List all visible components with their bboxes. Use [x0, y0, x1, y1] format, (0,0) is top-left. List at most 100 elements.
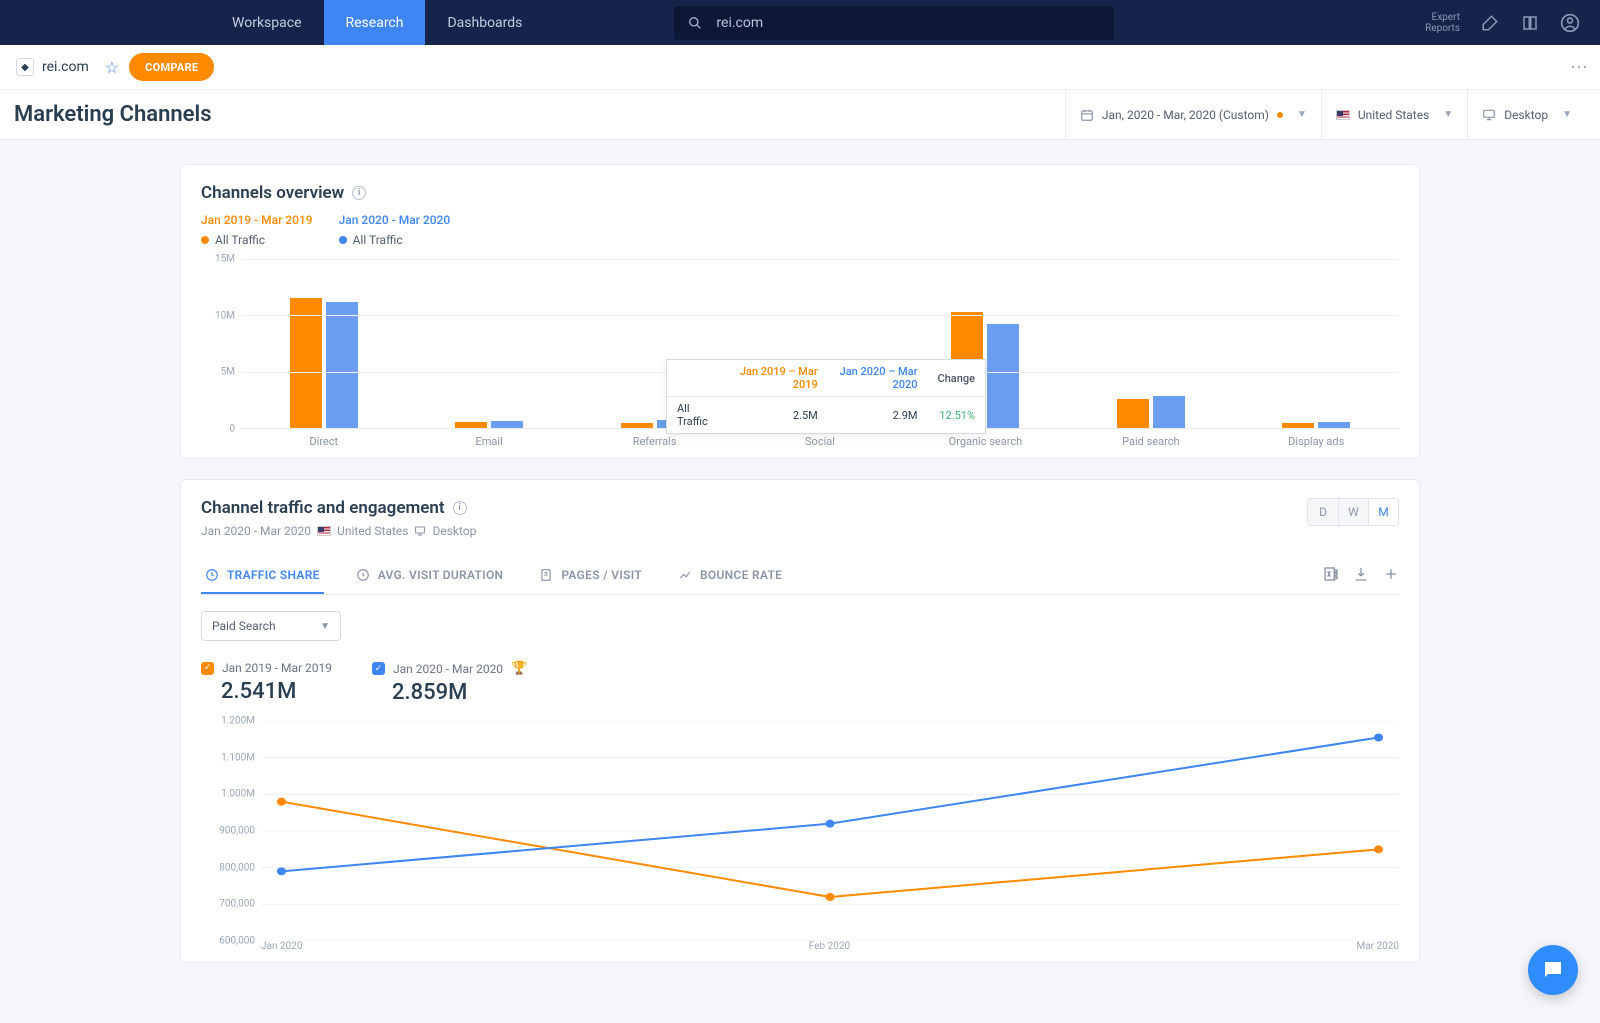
y-axis-label: 5M — [221, 367, 235, 378]
more-menu-icon[interactable]: ⋯ — [1570, 57, 1590, 78]
legend-period-b: Jan 2020 - Mar 2020 All Traffic — [339, 213, 451, 247]
y-axis-label: 1.000M — [221, 789, 255, 800]
add-icon[interactable] — [1383, 566, 1399, 586]
x-axis-label: Feb 2020 — [302, 941, 1356, 952]
bar[interactable] — [1318, 422, 1350, 428]
domain-chip[interactable]: ◆ rei.com — [10, 58, 95, 76]
channels-overview-title: Channels overview — [201, 183, 344, 203]
checkbox-orange-icon: ✓ — [201, 662, 214, 675]
compare-button[interactable]: COMPARE — [129, 53, 214, 81]
line-series[interactable] — [281, 802, 1378, 897]
favorite-star-icon[interactable]: ☆ — [105, 58, 119, 77]
expert-reports-link[interactable]: Expert Reports — [1425, 12, 1460, 34]
bar-group[interactable] — [1234, 259, 1399, 428]
metric-tab-avg-visit-duration[interactable]: AVG. VISIT DURATION — [352, 558, 508, 594]
chat-icon — [1541, 958, 1565, 982]
search-input[interactable]: rei.com — [716, 15, 763, 31]
download-icon[interactable] — [1353, 566, 1369, 586]
top-nav: Workspace Research Dashboards rei.com Ex… — [0, 0, 1600, 45]
summary-series-a[interactable]: ✓Jan 2019 - Mar 2019 2.541M — [201, 661, 332, 705]
info-icon[interactable]: i — [453, 501, 467, 515]
chevron-down-icon: ▼ — [1297, 109, 1307, 120]
trophy-icon: 🏆 — [511, 661, 527, 676]
channel-select[interactable]: Paid Search ▼ — [201, 611, 341, 641]
domain-bar: ◆ rei.com ☆ COMPARE ⋯ — [0, 45, 1600, 90]
chat-button[interactable] — [1528, 945, 1578, 995]
calendar-icon — [1080, 108, 1094, 122]
bar[interactable] — [1153, 396, 1185, 428]
date-range-filter[interactable]: Jan, 2020 - Mar, 2020 (Custom) ▼ — [1065, 90, 1321, 139]
line-point[interactable] — [1374, 845, 1383, 853]
nav-research[interactable]: Research — [324, 0, 426, 45]
chart-tooltip: Jan 2019 – Mar 2019 Jan 2020 – Mar 2020 … — [666, 359, 986, 434]
line-point[interactable] — [277, 867, 286, 875]
chevron-down-icon: ▼ — [1562, 109, 1572, 120]
y-axis-label: 0 — [229, 424, 235, 435]
granularity-m[interactable]: M — [1368, 499, 1398, 525]
y-axis-label: 600,000 — [219, 936, 255, 947]
channel-traffic-title: Channel traffic and engagement — [201, 498, 445, 518]
bar[interactable] — [1282, 423, 1314, 428]
channels-overview-card: Channels overview i Jan 2019 - Mar 2019 … — [180, 164, 1420, 459]
country-filter[interactable]: United States ▼ — [1321, 90, 1467, 139]
checkbox-blue-icon: ✓ — [372, 662, 385, 675]
overview-bar-chart: 05M10M15M Jan 2019 – Mar 2019 Jan 2020 –… — [201, 259, 1399, 429]
legend-period-a: Jan 2019 - Mar 2019 All Traffic — [201, 213, 313, 247]
y-axis-label: 1.200M — [221, 716, 255, 727]
metric-tab-pages-visit[interactable]: PAGES / VISIT — [535, 558, 646, 594]
y-axis-label: 900,000 — [219, 826, 255, 837]
y-axis-label: 700,000 — [219, 899, 255, 910]
title-bar: Marketing Channels Jan, 2020 - Mar, 2020… — [0, 90, 1600, 140]
bar[interactable] — [621, 423, 653, 428]
legend-swatch-blue — [339, 236, 347, 244]
x-axis-label: Jan 2020 — [261, 941, 302, 952]
bar[interactable] — [290, 298, 322, 428]
legend-swatch-orange — [201, 236, 209, 244]
desktop-icon — [1482, 108, 1496, 122]
line-point[interactable] — [825, 893, 834, 901]
granularity-w[interactable]: W — [1338, 499, 1368, 525]
export-excel-icon[interactable] — [1323, 566, 1339, 586]
line-point[interactable] — [1374, 734, 1383, 742]
metric-tab-traffic-share[interactable]: TRAFFIC SHARE — [201, 558, 324, 594]
x-axis-label: Email — [406, 429, 571, 448]
granularity-d[interactable]: D — [1308, 499, 1338, 525]
metric-tab-bounce-rate[interactable]: BOUNCE RATE — [674, 558, 786, 594]
bar[interactable] — [987, 324, 1019, 428]
favicon-icon: ◆ — [16, 58, 34, 76]
bar[interactable] — [326, 302, 358, 428]
line-point[interactable] — [825, 820, 834, 828]
x-axis-label: Display ads — [1234, 429, 1399, 448]
nav-workspace[interactable]: Workspace — [210, 0, 324, 45]
page-title: Marketing Channels — [14, 102, 212, 127]
chevron-down-icon: ▼ — [320, 621, 330, 632]
bar[interactable] — [1117, 399, 1149, 428]
channel-traffic-card: Channel traffic and engagement i Jan 202… — [180, 479, 1420, 963]
chevron-down-icon: ▼ — [1443, 109, 1453, 120]
granularity-toggle: DWM — [1307, 498, 1399, 526]
info-icon[interactable]: i — [352, 186, 366, 200]
line-point[interactable] — [277, 798, 286, 806]
account-icon[interactable] — [1560, 13, 1580, 33]
nav-dashboards[interactable]: Dashboards — [425, 0, 544, 45]
us-flag-icon — [1336, 110, 1350, 120]
device-filter[interactable]: Desktop ▼ — [1467, 90, 1586, 139]
summary-series-b[interactable]: ✓Jan 2020 - Mar 2020🏆 2.859M — [372, 661, 527, 705]
bar-group[interactable] — [241, 259, 406, 428]
bar-group[interactable] — [406, 259, 571, 428]
y-axis-label: 15M — [215, 254, 235, 265]
bar[interactable] — [455, 422, 487, 428]
brush-icon[interactable] — [1480, 13, 1500, 33]
channel-traffic-subtitle: Jan 2020 - Mar 2020 United States Deskto… — [201, 524, 476, 538]
custom-dot-icon — [1277, 112, 1283, 118]
x-axis-label: Paid search — [1068, 429, 1233, 448]
us-flag-icon — [317, 526, 331, 536]
bar-group[interactable] — [1068, 259, 1233, 428]
y-axis-label: 1.100M — [221, 752, 255, 763]
desktop-icon — [414, 525, 426, 537]
global-search[interactable]: rei.com — [674, 6, 1114, 40]
book-icon[interactable] — [1520, 13, 1540, 33]
domain-name: rei.com — [42, 59, 89, 75]
x-axis-label: Direct — [241, 429, 406, 448]
bar[interactable] — [491, 421, 523, 428]
